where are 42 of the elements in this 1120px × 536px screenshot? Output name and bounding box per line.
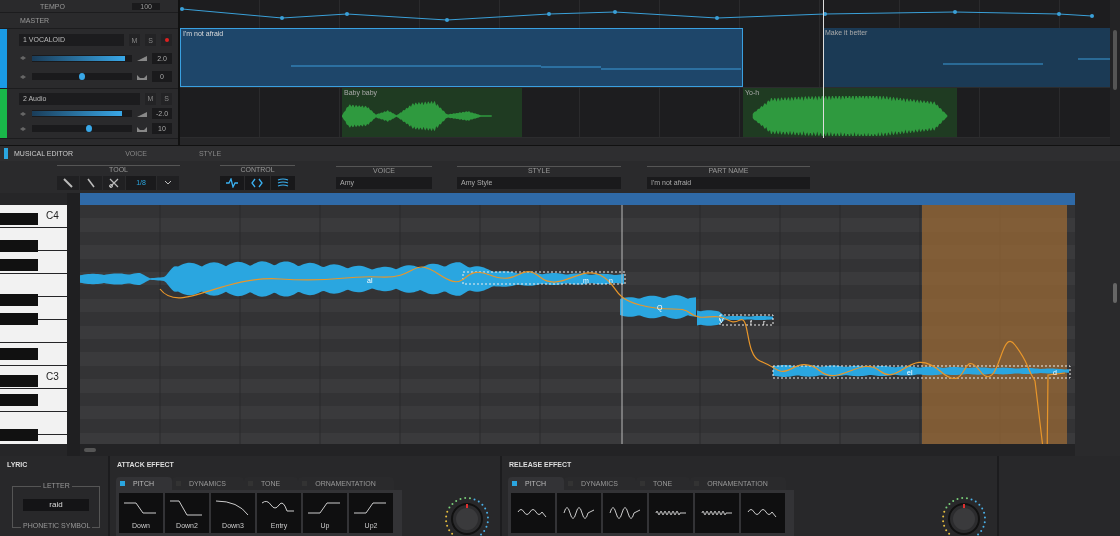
volume-icon [19,55,27,62]
bowl-icon [137,73,147,80]
vibrato-icon [609,507,641,519]
pan-icon [19,125,27,132]
vibrato-icon [701,510,733,516]
knob[interactable] [444,496,490,536]
letter-field[interactable]: raid [23,499,89,511]
vibrato-icon [655,510,687,516]
preset-card[interactable] [695,493,739,533]
vibrato-icon [517,508,549,518]
wave-icon[interactable] [220,175,245,190]
pan-slider[interactable] [32,73,132,81]
key-label: C4 [45,210,60,222]
pitch-curve[interactable] [159,266,1066,444]
pan-icon [19,73,27,80]
scrollbar-track[interactable] [180,138,1110,145]
scissors-icon[interactable] [103,175,125,190]
preset-card[interactable] [603,493,647,533]
ramp-icon [137,55,147,62]
brackets-icon[interactable] [245,175,270,190]
key-label: C3 [45,371,60,383]
knob[interactable] [941,496,987,536]
preset-card[interactable] [649,493,693,533]
record-button[interactable] [161,34,172,47]
scrollbar-thumb[interactable] [84,448,96,452]
vibrato-icon [747,508,779,518]
note-outline[interactable] [462,271,626,285]
vibrato-icon [563,507,595,519]
lines-icon[interactable] [270,175,295,190]
note-outline[interactable] [719,314,774,326]
scrollbar-track[interactable] [1110,0,1120,145]
volume-icon [19,110,27,117]
volume-slider[interactable] [32,55,132,62]
preset-card[interactable] [557,493,601,533]
volume-slider[interactable] [32,110,132,117]
line-tool-icon[interactable] [80,175,102,190]
pan-slider[interactable] [32,125,132,132]
pencil-icon[interactable] [57,175,79,190]
scrollbar-thumb[interactable] [1113,283,1117,303]
ramp-icon [137,110,147,117]
scrollbar-thumb[interactable] [1113,30,1117,90]
bowl-icon [137,125,147,132]
